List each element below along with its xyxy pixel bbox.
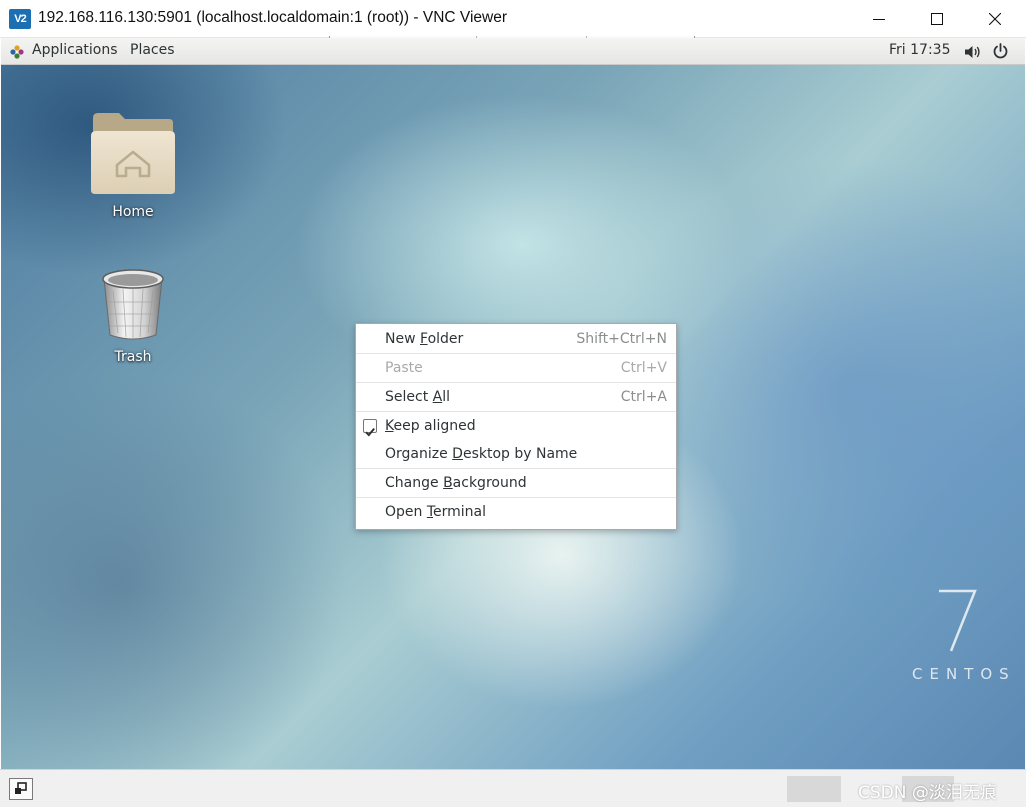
menu-item-shortcut: Ctrl+A [620,389,667,405]
menu-item-label: Change Background [385,475,527,491]
menu-item-change-background[interactable]: Change Background [356,469,676,498]
clock[interactable]: Fri 17:35 [889,42,950,58]
vnc-title-bar[interactable]: V2 192.168.116.130:5901 (localhost.local… [0,0,1026,38]
close-button[interactable] [966,0,1024,38]
minimize-icon [873,19,885,20]
centos-version-mark [939,589,977,652]
desktop-context-menu: New Folder Shift+Ctrl+N Paste Ctrl+V Sel… [355,323,677,530]
menu-item-label: Open Terminal [385,504,487,520]
checkmark-icon [365,427,375,437]
menu-item-label: Select All [385,389,450,405]
volume-icon[interactable] [964,44,982,60]
csdn-watermark: CSDN @淡泪无痕 [858,783,997,803]
menu-item-shortcut: Ctrl+V [620,360,667,376]
menu-item-label: New Folder [385,331,464,347]
menu-item-keep-aligned[interactable]: Keep aligned [356,412,676,441]
menu-item-new-folder[interactable]: New Folder Shift+Ctrl+N [356,325,676,354]
power-icon[interactable] [992,43,1009,60]
menu-item-label: Paste [385,360,423,376]
menu-item-open-terminal[interactable]: Open Terminal [356,498,676,527]
window-title: 192.168.116.130:5901 (localhost.localdom… [38,9,507,26]
desktop-icon-home[interactable]: Home [73,110,193,220]
menu-item-organize-desktop[interactable]: Organize Desktop by Name [356,440,676,469]
menu-item-paste[interactable]: Paste Ctrl+V [356,354,676,383]
desktop-icon-label: Home [112,204,154,220]
applications-menu[interactable]: Applications [32,42,118,58]
menu-item-shortcut: Shift+Ctrl+N [576,331,667,347]
close-icon [989,13,1001,25]
menu-item-label: Organize Desktop by Name [385,446,578,462]
desktop-background[interactable]: Home Trash CENTOS New Folder Shift+Ctrl+… [1,65,1025,769]
centos-logo-text: CENTOS [912,665,1016,683]
restore-window-button[interactable] [9,778,33,800]
gnome-top-panel: Applications Places Fri 17:35 [1,38,1025,65]
window-restore-icon [15,782,27,794]
applications-menu-icon [10,45,24,59]
places-menu[interactable]: Places [130,42,175,58]
trash-can-icon [102,269,164,340]
menu-item-select-all[interactable]: Select All Ctrl+A [356,383,676,412]
menu-item-label: Keep aligned [385,418,476,434]
keep-aligned-checkbox[interactable] [363,419,377,437]
maximize-button[interactable] [908,0,966,38]
desktop-icon-label: Trash [114,349,152,365]
maximize-icon [931,13,943,25]
home-folder-icon [91,113,175,194]
bottom-bar-block [787,776,841,802]
vnc-viewer-logo-icon: V2 [9,9,31,29]
vnc-bottom-bar: CSDN @淡泪无痕 [0,769,1026,807]
minimize-button[interactable] [850,0,908,38]
desktop-icon-trash[interactable]: Trash [73,267,193,365]
